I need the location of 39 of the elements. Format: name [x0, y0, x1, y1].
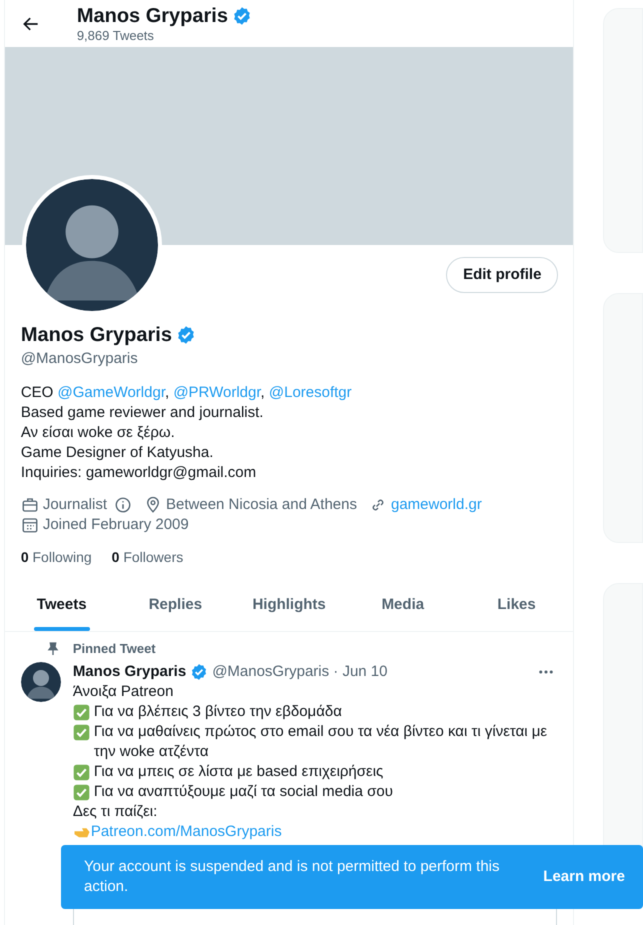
- follow-count-link[interactable]: 0 Following: [20, 547, 92, 567]
- checkmark-icon: [72, 784, 90, 801]
- pinned-label: Pinned Tweet: [72, 640, 156, 658]
- tweet-text: Για να βλέπεις 3 βίντεο την εβδομάδα: [94, 702, 342, 722]
- bio-line: CEO @GameWorldgr, @PRWorldgr, @Loresoftgr: [20, 383, 353, 403]
- tweet-text: Για να μπεις σε λίστα με based επιχειρήσεις: [94, 762, 384, 782]
- bio-line: Αν είσαι woke σε ξέρω.: [20, 423, 176, 443]
- profile-tab[interactable]: Media: [346, 579, 460, 631]
- bio-line: Inquiries: gameworldgr@gmail.com: [20, 463, 258, 483]
- tweet-text: Δες τι παίζει:: [72, 802, 158, 822]
- author-name[interactable]: Manos Gryparis: [72, 660, 186, 684]
- tweet-text: Άνοιξα Patreon: [72, 682, 174, 702]
- join-date: Joined February 2009: [42, 515, 189, 535]
- author-avatar[interactable]: [20, 662, 61, 702]
- profile-name: Manos Gryparis: [20, 323, 172, 347]
- tweet-handle-date: @ManosGryparis · Jun 10: [212, 662, 388, 682]
- toast-message: Your account is suspended and is not permitted to perform this action.: [84, 857, 501, 897]
- profile-tab[interactable]: Replies: [118, 579, 232, 631]
- pin-icon: [44, 641, 61, 657]
- location-label: Between Nicosia and Athens: [166, 495, 357, 515]
- profile-tab[interactable]: Highlights: [232, 579, 346, 631]
- bio-line: Game Designer of Katyusha.: [20, 443, 214, 463]
- profile-handle: @ManosGryparis: [20, 349, 139, 369]
- edit-profile-button[interactable]: Edit profile: [446, 257, 558, 293]
- tweet-text: Για να αναπτύξουμε μαζί τα social media σου: [94, 782, 393, 802]
- briefcase-icon: [20, 496, 39, 514]
- checkmark-icon: [72, 724, 90, 741]
- checkmark-icon: [72, 764, 90, 781]
- profile-name: Manos Gryparis: [76, 4, 228, 28]
- info-icon: [114, 496, 132, 514]
- tweet-text: Για να μαθαίνεις πρώτος στο email σου τα νέα βίντεο και τι γίνεται με την woke ατζέντα: [94, 722, 548, 762]
- bio-line: Based game reviewer and journalist.: [20, 403, 264, 423]
- profile-tab[interactable]: Likes: [460, 579, 574, 631]
- checkmark-icon: [72, 704, 90, 721]
- profession-label: Journalist: [42, 495, 108, 515]
- follow-count-link[interactable]: 0 Followers: [112, 547, 184, 567]
- calendar-icon: [20, 516, 39, 534]
- profile-tab[interactable]: Tweets: [4, 579, 119, 631]
- tweet-count: 9,869 Tweets: [76, 28, 155, 44]
